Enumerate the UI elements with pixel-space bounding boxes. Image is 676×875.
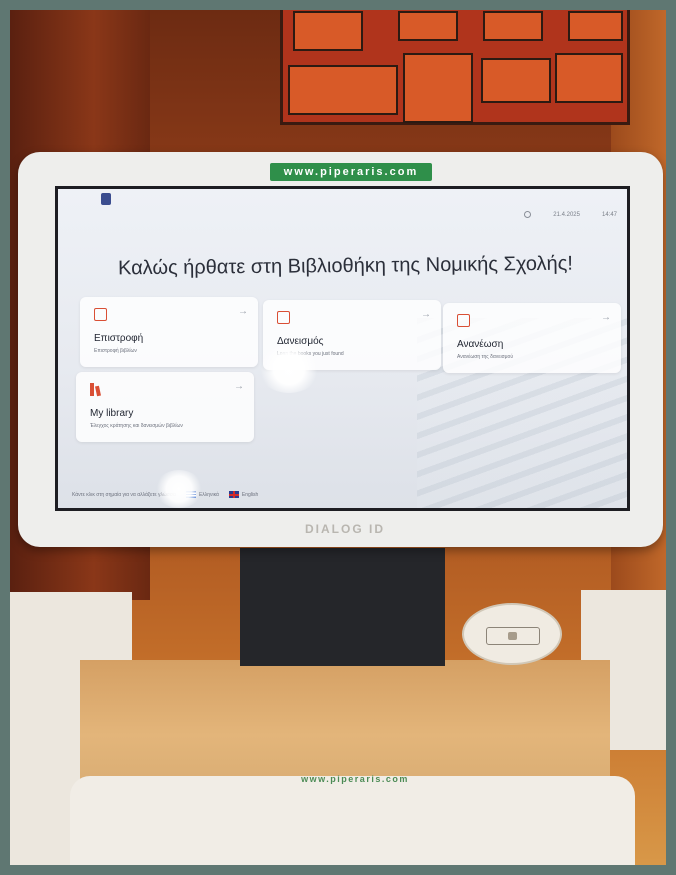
arrow-right-icon: → xyxy=(421,309,431,320)
light-glare xyxy=(258,345,320,393)
wall-floor-plan xyxy=(280,0,630,125)
books-icon xyxy=(90,383,103,396)
floor-plan-room xyxy=(288,65,398,115)
arrow-right-icon: → xyxy=(601,312,611,323)
language-english-label: English xyxy=(241,491,259,498)
card-my-library[interactable]: → My library Έλεγχος κράτησης και δανεισ… xyxy=(76,372,254,442)
card-subtitle: Επιστροφή βιβλίων xyxy=(94,348,137,354)
brand-tag: www.piperaris.com xyxy=(270,163,432,181)
floor-plan-room xyxy=(483,11,543,41)
university-logo xyxy=(78,193,133,223)
emblem-icon xyxy=(100,193,111,205)
floor-plan-room xyxy=(293,11,363,51)
floor-plan-room xyxy=(398,11,458,41)
card-subtitle: Έλεγχος κράτησης και δανεισμών βιβλίων xyxy=(90,423,183,429)
card-return[interactable]: → Επιστροφή Επιστροφή βιβλίων xyxy=(80,297,258,367)
bezel-logo: DIALOG ID xyxy=(305,522,385,536)
card-subtitle: Ανανέωση της δανεισμού xyxy=(457,354,514,360)
card-title: Ανανέωση xyxy=(457,339,504,350)
light-glare xyxy=(155,470,203,508)
card-reader-pad xyxy=(486,627,540,645)
desk-brand-text: www.piperaris.com xyxy=(301,774,409,784)
welcome-heading: Καλώς ήρθατε στη Βιβλιοθήκη της Νομικής … xyxy=(117,252,574,280)
return-book-icon xyxy=(94,308,107,321)
monitor-stand xyxy=(240,548,445,666)
floor-plan-room xyxy=(555,53,623,103)
arrow-right-icon: → xyxy=(234,381,244,392)
status-time: 14:47 xyxy=(601,211,617,218)
floor-plan-room xyxy=(568,11,623,41)
desk-mat xyxy=(70,776,635,875)
arrow-right-icon: → xyxy=(238,306,248,317)
accessibility-icon[interactable] xyxy=(524,211,532,218)
language-english[interactable]: English xyxy=(228,491,259,498)
uk-flag-icon xyxy=(228,491,239,498)
kiosk-screen: 21.4.2025 14:47 Καλώς ήρθατε στη Βιβλιοθ… xyxy=(55,186,630,511)
card-title: My library xyxy=(90,408,134,419)
loan-book-icon xyxy=(277,311,290,324)
status-bar: 21.4.2025 14:47 xyxy=(524,211,617,218)
card-title: Επιστροφή xyxy=(94,333,144,344)
renew-book-icon xyxy=(457,314,470,327)
status-date: 21.4.2025 xyxy=(553,211,580,218)
floor-plan-room xyxy=(403,53,473,123)
card-reader[interactable] xyxy=(462,603,562,665)
floor-plan-room xyxy=(481,58,551,103)
card-renew[interactable]: → Ανανέωση Ανανέωση της δανεισμού xyxy=(443,303,621,373)
